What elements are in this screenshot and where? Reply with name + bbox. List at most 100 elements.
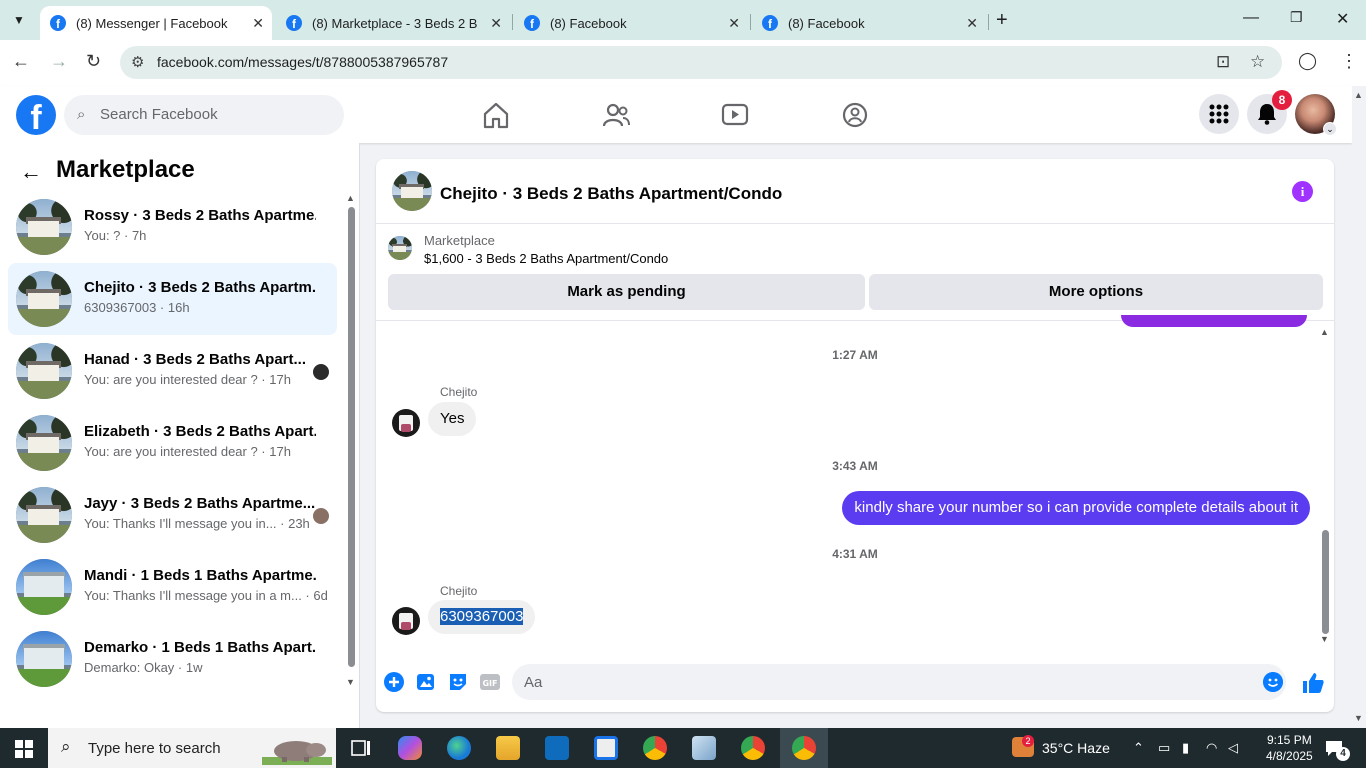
incoming-message[interactable]: Yes: [428, 402, 477, 436]
scroll-thumb[interactable]: [1322, 530, 1329, 634]
conversation-preview: Demarko: Okay · 1w: [84, 660, 203, 675]
profile-icon[interactable]: ◯: [1298, 51, 1317, 71]
selected-phone-number[interactable]: 6309367003: [440, 608, 524, 625]
file-explorer-icon[interactable]: [496, 736, 520, 760]
address-bar[interactable]: ⚙ facebook.com/messages/t/87880053879657…: [120, 46, 1282, 79]
edge-icon[interactable]: [447, 736, 471, 760]
page-scrollbar[interactable]: ▲ ▼: [1352, 86, 1366, 728]
meet-now-icon[interactable]: ▭: [1158, 740, 1170, 756]
conversation-item[interactable]: Mandi · 1 Beds 1 Baths Apartme... You: Th…: [8, 551, 337, 623]
plus-icon[interactable]: [383, 671, 405, 693]
facebook-search-input[interactable]: ⌕ Search Facebook: [64, 95, 344, 135]
chrome-active-icon[interactable]: [792, 736, 816, 760]
back-arrow-icon[interactable]: ←: [20, 159, 42, 185]
close-tab-icon[interactable]: ✕: [252, 15, 264, 32]
like-thumb-icon[interactable]: [1301, 671, 1325, 695]
friends-icon[interactable]: [601, 101, 631, 129]
scroll-down-icon[interactable]: ▼: [346, 677, 355, 687]
account-avatar[interactable]: ⌄: [1295, 94, 1337, 136]
facebook-favicon-icon: f: [50, 15, 66, 31]
bookmark-star-icon[interactable]: ☆: [1250, 52, 1265, 72]
mark-as-pending-button[interactable]: Mark as pending: [388, 274, 865, 310]
scroll-up-icon[interactable]: ▲: [1354, 90, 1363, 100]
more-options-button[interactable]: More options: [869, 274, 1323, 310]
scroll-thumb[interactable]: [348, 207, 355, 667]
restore-icon[interactable]: ❐: [1290, 9, 1303, 26]
outlook-icon[interactable]: [545, 736, 569, 760]
search-icon: ⌕: [77, 106, 86, 123]
contact-avatar[interactable]: [392, 409, 420, 437]
tab-facebook-2[interactable]: f (8) Facebook ✕: [752, 6, 986, 40]
notepad-icon[interactable]: [692, 736, 716, 760]
copilot-icon[interactable]: [398, 736, 422, 760]
weather-text[interactable]: 35°C Haze: [1042, 740, 1110, 756]
back-icon[interactable]: ←: [12, 51, 30, 72]
windows-start-icon[interactable]: [15, 740, 33, 758]
battery-icon[interactable]: ▮: [1182, 740, 1189, 756]
close-tab-icon[interactable]: ✕: [966, 15, 978, 32]
groups-icon[interactable]: [840, 101, 870, 129]
facebook-logo-icon[interactable]: f: [16, 95, 56, 135]
conversation-preview: 6309367003 · 16h: [84, 300, 190, 315]
task-view-icon[interactable]: [349, 736, 373, 760]
chrome-profile-icon[interactable]: [741, 736, 765, 760]
wifi-icon[interactable]: ◠: [1206, 740, 1217, 756]
conversation-item[interactable]: Jayy · 3 Beds 2 Baths Apartme... You: Tha…: [8, 479, 337, 551]
system-clock[interactable]: 9:15 PM 4/8/2025: [1266, 732, 1313, 764]
scroll-down-icon[interactable]: ▼: [1320, 634, 1329, 644]
video-icon[interactable]: [720, 101, 750, 129]
conversation-item[interactable]: Elizabeth · 3 Beds 2 Baths Apart... You: …: [8, 407, 337, 479]
svg-text:GIF: GIF: [482, 679, 497, 688]
tab-marketplace[interactable]: f (8) Marketplace - 3 Beds 2 Bath ✕: [276, 6, 510, 40]
window-close-icon[interactable]: ✕: [1336, 9, 1349, 29]
scroll-up-icon[interactable]: ▲: [1320, 327, 1329, 337]
scroll-up-icon[interactable]: ▲: [346, 193, 355, 203]
taskbar-search-input[interactable]: ⌕ Type here to search: [48, 728, 336, 768]
chrome-icon[interactable]: [643, 736, 667, 760]
facebook-favicon-icon: f: [762, 15, 778, 31]
menu-grid-button[interactable]: [1199, 94, 1239, 134]
scroll-down-icon[interactable]: ▼: [1354, 713, 1363, 723]
conversation-item[interactable]: Chejito · 3 Beds 2 Baths Apartm... 630936…: [8, 263, 337, 335]
sticker-icon[interactable]: [447, 671, 469, 693]
chat-title[interactable]: Chejito · 3 Beds 2 Baths Apartment/Condo: [440, 184, 782, 204]
tab-search-menu-icon[interactable]: ▼: [6, 8, 32, 32]
message-placeholder: Aa: [524, 674, 543, 691]
listing-thumbnail[interactable]: [392, 171, 432, 211]
incoming-message[interactable]: 6309367003: [428, 600, 536, 634]
chat-scrollbar[interactable]: ▲ ▼: [1318, 327, 1332, 644]
outgoing-message[interactable]: kindly share your number so i can provid…: [842, 491, 1310, 525]
gif-icon[interactable]: GIF: [479, 671, 501, 693]
minimize-icon[interactable]: —: [1243, 9, 1259, 27]
tray-chevron-up-icon[interactable]: ⌃: [1133, 740, 1144, 756]
conversation-item[interactable]: Rossy · 3 Beds 2 Baths Apartme... You: ? …: [8, 191, 337, 263]
emoji-icon[interactable]: [1263, 672, 1283, 692]
listing-title[interactable]: $1,600 - 3 Beds 2 Baths Apartment/Condo: [424, 251, 668, 266]
volume-icon[interactable]: ◁: [1228, 740, 1238, 756]
contact-avatar[interactable]: [392, 607, 420, 635]
chevron-down-icon: ⌄: [1323, 122, 1337, 136]
info-icon[interactable]: i: [1292, 181, 1313, 202]
conversation-item[interactable]: Demarko · 1 Beds 1 Baths Apart... Demarko…: [8, 623, 337, 695]
close-tab-icon[interactable]: ✕: [728, 15, 740, 32]
conversation-item[interactable]: Hanad · 3 Beds 2 Baths Apart... You: are …: [8, 335, 337, 407]
site-settings-icon[interactable]: ⚙: [131, 53, 144, 71]
url-text[interactable]: facebook.com/messages/t/8788005387965787: [157, 54, 448, 70]
forward-icon[interactable]: →: [50, 51, 68, 72]
listing-thumbnail: [16, 487, 72, 543]
tab-messenger[interactable]: f (8) Messenger | Facebook ✕: [40, 6, 272, 40]
search-icon: ⌕: [61, 737, 71, 756]
photo-icon[interactable]: [415, 671, 437, 693]
tab-facebook[interactable]: f (8) Facebook ✕: [514, 6, 748, 40]
home-icon[interactable]: [481, 101, 511, 129]
sidebar-scrollbar[interactable]: ▲ ▼: [346, 193, 356, 687]
message-input[interactable]: Aa: [512, 664, 1286, 700]
browser-menu-icon[interactable]: ⋮: [1340, 51, 1358, 72]
conversation-name: Jayy · 3 Beds 2 Baths Apartme...: [84, 495, 316, 512]
conversation-preview: You: Thanks I'll message you in a m... ·…: [84, 588, 328, 603]
close-tab-icon[interactable]: ✕: [490, 15, 502, 32]
store-icon[interactable]: [594, 736, 618, 760]
install-app-icon[interactable]: ⊡: [1216, 52, 1230, 72]
new-tab-icon[interactable]: +: [996, 9, 1008, 32]
reload-icon[interactable]: ↻: [86, 51, 101, 72]
